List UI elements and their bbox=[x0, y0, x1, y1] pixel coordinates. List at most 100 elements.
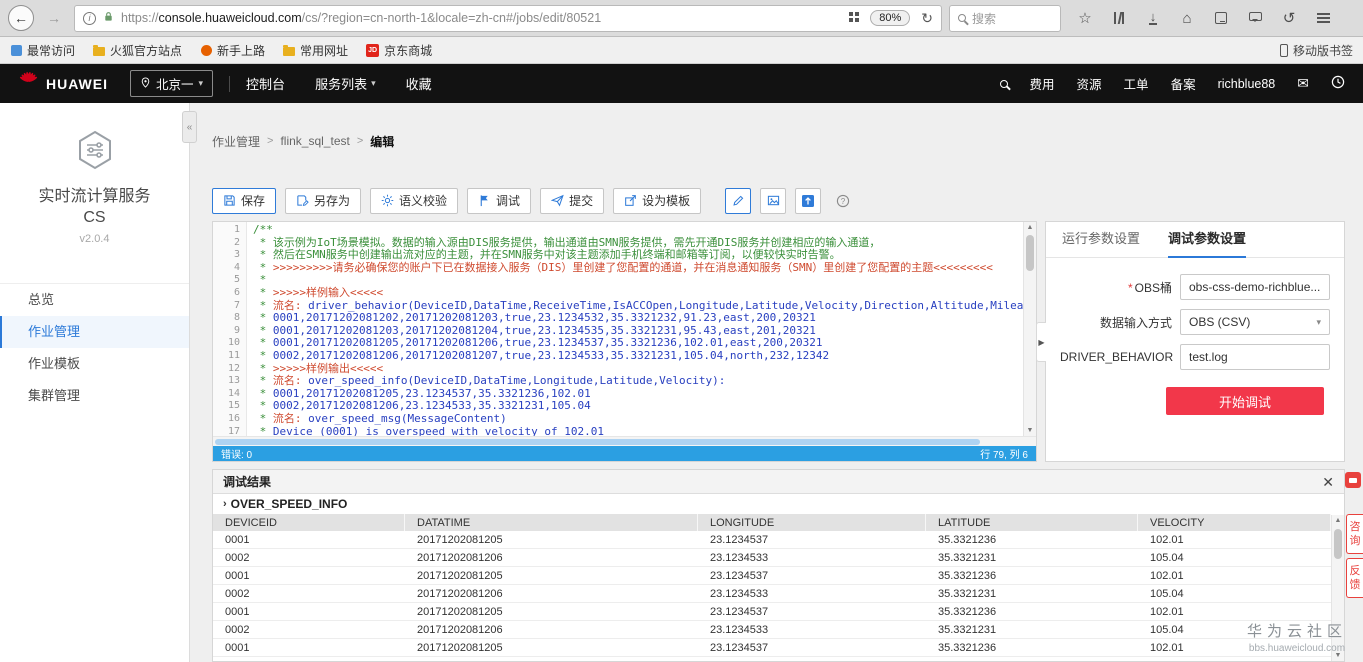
results-table-body: 00012017120208120523.123453735.332123610… bbox=[213, 531, 1331, 662]
header-right-link[interactable]: 费用 bbox=[1030, 74, 1055, 93]
mobile-bookmarks[interactable]: 移动版书签 bbox=[1280, 42, 1353, 59]
browser-action-icons: ☆ ↓ ⌂ ↺ bbox=[1076, 9, 1332, 27]
bookmark-item[interactable]: JD京东商城 bbox=[366, 42, 432, 59]
back-button[interactable]: ← bbox=[8, 5, 34, 31]
toolbar-edit-button[interactable] bbox=[725, 188, 751, 214]
header-nav-item[interactable]: 收藏 bbox=[406, 74, 432, 93]
panel-collapse-button[interactable]: ▶ bbox=[1036, 322, 1046, 362]
toolbar-save-button[interactable]: 保存 bbox=[212, 188, 276, 214]
library-icon[interactable] bbox=[1110, 9, 1128, 27]
scroll-down-icon[interactable]: ▼ bbox=[1027, 427, 1034, 434]
table-cell: 23.1234533 bbox=[698, 588, 926, 600]
tab-debug-params[interactable]: 调试参数设置 bbox=[1168, 222, 1246, 258]
table-cell: 20171202081206 bbox=[405, 552, 698, 564]
table-cell: 35.3321236 bbox=[926, 570, 1138, 582]
editor-vertical-scrollbar[interactable]: ▲ ▼ bbox=[1023, 222, 1036, 436]
param-select[interactable]: OBS (CSV)▾ bbox=[1180, 309, 1330, 335]
scroll-up-icon[interactable]: ▲ bbox=[1335, 517, 1342, 524]
mail-icon[interactable]: ✉ bbox=[1297, 75, 1309, 92]
info-icon[interactable]: i bbox=[83, 12, 96, 25]
sidebar-item[interactable]: 总览 bbox=[0, 284, 189, 316]
toolbar-debug-button[interactable]: 调试 bbox=[467, 188, 531, 214]
side-tab-consult[interactable]: 咨询 bbox=[1346, 514, 1363, 554]
breadcrumb-item[interactable]: flink_sql_test bbox=[280, 134, 349, 148]
line-number: 1 bbox=[213, 224, 240, 237]
bookmark-star-icon[interactable]: ☆ bbox=[1076, 9, 1094, 27]
table-row[interactable]: 00012017120208120523.123453735.332123610… bbox=[213, 567, 1331, 585]
bookmark-item[interactable]: 新手上路 bbox=[200, 42, 265, 59]
toolbar-help-button[interactable]: ? bbox=[830, 188, 856, 214]
table-cell: 0001 bbox=[213, 534, 405, 546]
extension-grid-icon[interactable] bbox=[849, 12, 853, 16]
header-right-link[interactable]: 备案 bbox=[1171, 74, 1196, 93]
close-icon[interactable]: ✕ bbox=[1322, 475, 1334, 489]
toolbar-save-as-button[interactable]: 另存为 bbox=[285, 188, 361, 214]
table-row[interactable]: 00022017120208120623.123453335.332123110… bbox=[213, 657, 1331, 662]
table-cell: 35.3321231 bbox=[926, 552, 1138, 564]
editor-horizontal-scrollbar[interactable] bbox=[213, 436, 1036, 446]
param-input[interactable]: test.log bbox=[1180, 344, 1330, 370]
region-selector[interactable]: 北京一 ▾ bbox=[130, 70, 213, 97]
code-area[interactable]: /** * 该示例为IoT场景模拟。数据的输入源由DIS服务提供，输出通道由SM… bbox=[247, 222, 1023, 436]
breadcrumb: 作业管理>flink_sql_test>编辑 bbox=[212, 133, 1345, 149]
toolbar-button-label: 语义校验 bbox=[399, 192, 447, 209]
console-search-icon[interactable] bbox=[1000, 77, 1008, 91]
table-row[interactable]: 00022017120208120623.123453335.332123110… bbox=[213, 585, 1331, 603]
url-bar[interactable]: i https://console.huaweicloud.com/cs/?re… bbox=[74, 5, 942, 32]
clock-icon[interactable] bbox=[1331, 75, 1345, 92]
forward-icon: → bbox=[47, 10, 61, 26]
results-section-toggle[interactable]: › OVER_SPEED_INFO bbox=[213, 494, 1344, 514]
header-right-link[interactable]: 资源 bbox=[1077, 74, 1102, 93]
table-row[interactable]: 00022017120208120623.123453335.332123110… bbox=[213, 549, 1331, 567]
table-cell: 20171202081206 bbox=[405, 588, 698, 600]
header-nav-item[interactable]: 控制台 bbox=[246, 74, 285, 93]
header-nav-item[interactable]: 服务列表▾ bbox=[315, 74, 376, 93]
reload-icon[interactable]: ↻ bbox=[921, 10, 933, 27]
results-title: 调试结果 bbox=[223, 473, 271, 490]
sidebar-collapse-button[interactable]: « bbox=[182, 111, 197, 143]
sidebar-item[interactable]: 作业模板 bbox=[0, 348, 189, 380]
scrollbar-thumb[interactable] bbox=[215, 439, 980, 445]
messages-icon[interactable] bbox=[1246, 9, 1264, 27]
table-cell: 23.1234537 bbox=[698, 570, 926, 582]
table-row[interactable]: 00022017120208120623.123453335.332123110… bbox=[213, 621, 1331, 639]
sql-editor[interactable]: 1234567891011121314151617 /** * 该示例为IoT场… bbox=[212, 221, 1037, 462]
table-row[interactable]: 00012017120208120523.123453735.332123610… bbox=[213, 639, 1331, 657]
table-cell: 102.01 bbox=[1138, 570, 1331, 582]
sync-icon[interactable]: ↺ bbox=[1280, 9, 1298, 27]
breadcrumb-item[interactable]: 作业管理 bbox=[212, 133, 260, 150]
start-debug-button[interactable]: 开始调试 bbox=[1166, 387, 1324, 415]
bookmark-item[interactable]: 常用网址 bbox=[283, 42, 348, 59]
toolbar-set-template-button[interactable]: 设为模板 bbox=[613, 188, 701, 214]
customize-icon[interactable] bbox=[1212, 9, 1230, 27]
toolbar-submit-button[interactable]: 提交 bbox=[540, 188, 604, 214]
tab-run-params[interactable]: 运行参数设置 bbox=[1062, 222, 1140, 258]
table-cell: 23.1234533 bbox=[698, 552, 926, 564]
set-template-icon bbox=[624, 194, 637, 207]
side-tab-feedback[interactable]: 反馈 bbox=[1346, 558, 1363, 598]
bookmark-item[interactable]: 最常访问 bbox=[10, 42, 75, 59]
downloads-icon[interactable]: ↓ bbox=[1144, 9, 1162, 27]
scrollbar-thumb[interactable] bbox=[1334, 529, 1342, 559]
menu-icon[interactable] bbox=[1314, 9, 1332, 27]
customer-service-icon[interactable] bbox=[1345, 472, 1361, 488]
huawei-logo[interactable]: HUAWEI bbox=[18, 71, 108, 97]
toolbar-export-button[interactable] bbox=[795, 188, 821, 214]
sidebar-item[interactable]: 集群管理 bbox=[0, 380, 189, 412]
table-row[interactable]: 00012017120208120523.123453735.332123610… bbox=[213, 531, 1331, 549]
table-cell: 0002 bbox=[213, 588, 405, 600]
zoom-level-badge[interactable]: 80% bbox=[870, 10, 910, 26]
bookmark-item[interactable]: 火狐官方站点 bbox=[93, 42, 182, 59]
toolbar-image-button[interactable] bbox=[760, 188, 786, 214]
home-icon[interactable]: ⌂ bbox=[1178, 9, 1196, 27]
table-row[interactable]: 00012017120208120523.123453735.332123610… bbox=[213, 603, 1331, 621]
forward-button[interactable]: → bbox=[41, 5, 67, 31]
scroll-up-icon[interactable]: ▲ bbox=[1027, 224, 1034, 231]
browser-search-input[interactable]: 搜索 bbox=[949, 5, 1061, 32]
sidebar-item[interactable]: 作业管理 bbox=[0, 316, 189, 348]
scrollbar-thumb[interactable] bbox=[1026, 235, 1034, 271]
header-right-link[interactable]: richblue88 bbox=[1218, 74, 1276, 93]
header-right-link[interactable]: 工单 bbox=[1124, 74, 1149, 93]
param-input[interactable]: obs-css-demo-richblue... bbox=[1180, 274, 1330, 300]
toolbar-semantic-check-button[interactable]: 语义校验 bbox=[370, 188, 458, 214]
